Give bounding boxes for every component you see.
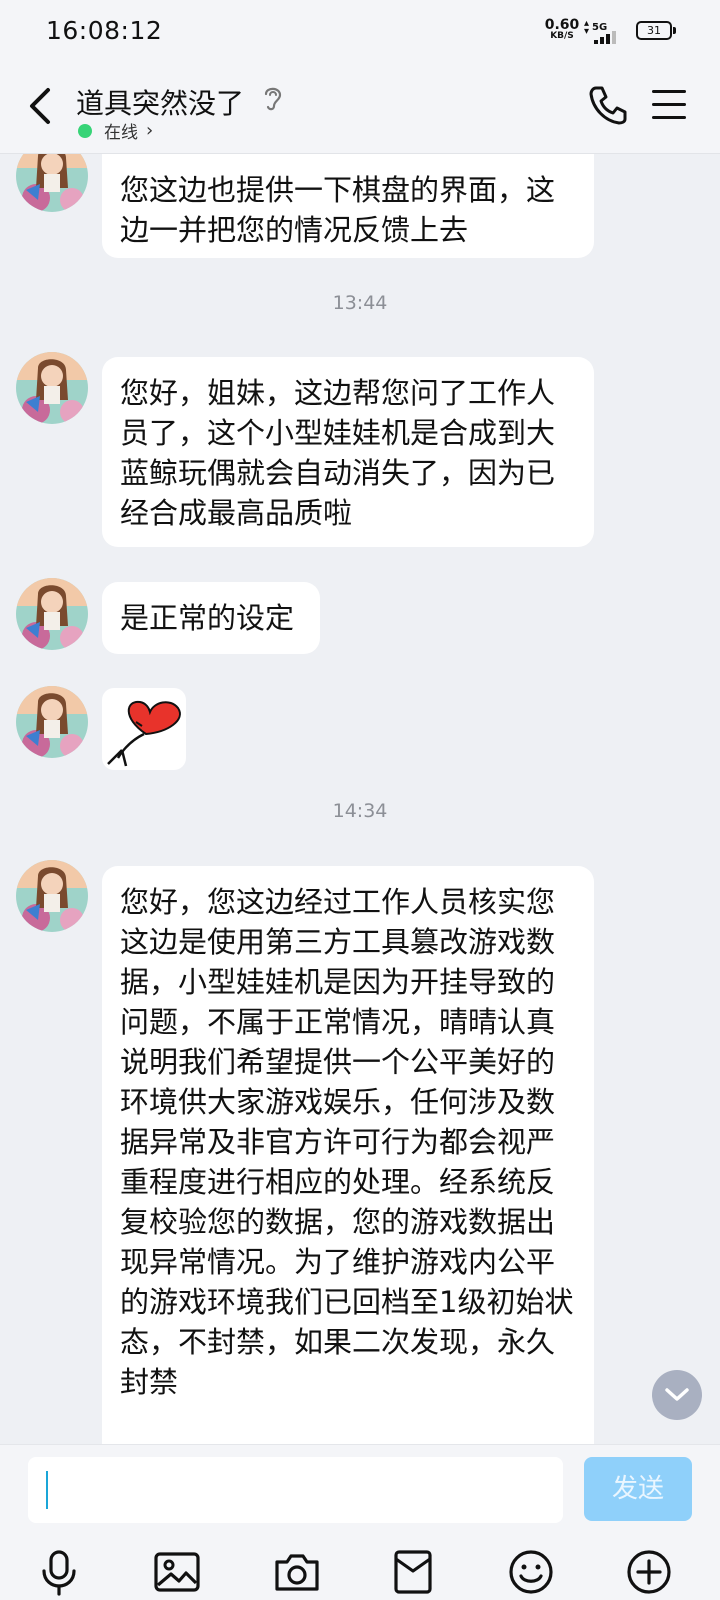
- menu-line: [652, 103, 686, 106]
- avatar[interactable]: [16, 860, 88, 932]
- avatar-illustration-icon: [16, 578, 88, 650]
- menu-line: [652, 90, 686, 93]
- red-packet-icon[interactable]: [388, 1547, 438, 1597]
- avatar[interactable]: [16, 352, 88, 424]
- message-bubble[interactable]: 您好，姐妹，这边帮您问了工作人员了，这个小型娃娃机是合成到大蓝鲸玩偶就会自动消失…: [102, 357, 594, 547]
- online-status[interactable]: 在线 ›: [78, 118, 153, 143]
- battery-icon: 31: [636, 21, 676, 40]
- back-button[interactable]: [22, 84, 62, 128]
- message-text: 是正常的设定: [120, 601, 295, 635]
- avatar[interactable]: [16, 578, 88, 650]
- online-dot-icon: [78, 123, 92, 138]
- ear-icon[interactable]: [262, 84, 284, 112]
- network-speed: 0.60 KB/S: [544, 18, 580, 41]
- microphone-icon[interactable]: [34, 1547, 84, 1597]
- message-text: 您好，姐妹，这边帮您问了工作人员了，这个小型娃娃机是合成到大蓝鲸玩偶就会自动消失…: [120, 376, 556, 530]
- avatar-illustration-icon: [16, 154, 88, 212]
- text-cursor: [46, 1471, 48, 1509]
- message-text: 您这边也提供一下棋盘的界面，这边一并把您的情况反馈上去: [120, 173, 556, 247]
- status-bar: 16:08:12 0.60 KB/S ▴ ▾ 5G 31: [0, 0, 720, 62]
- avatar-illustration-icon: [16, 352, 88, 424]
- message-input[interactable]: [28, 1457, 563, 1523]
- send-button[interactable]: 发送: [584, 1457, 692, 1521]
- timestamp: 14:34: [332, 800, 388, 822]
- input-bar: 发送: [0, 1444, 720, 1600]
- message-bubble[interactable]: 是正常的设定: [102, 582, 320, 654]
- message-bubble[interactable]: 您这边也提供一下棋盘的界面，这边一并把您的情况反馈上去: [102, 154, 594, 258]
- network-speed-unit: KB/S: [550, 31, 574, 41]
- battery-level: 31: [647, 24, 661, 37]
- avatar-illustration-icon: [16, 686, 88, 758]
- network-speed-value: 0.60: [544, 17, 580, 33]
- phone-icon[interactable]: [588, 84, 628, 126]
- status-time: 16:08:12: [46, 16, 163, 45]
- scroll-to-bottom-button[interactable]: [652, 1370, 702, 1420]
- signal-icon: [594, 31, 618, 44]
- plus-icon[interactable]: [624, 1547, 674, 1597]
- image-icon[interactable]: [152, 1547, 202, 1597]
- chevron-down-icon: [665, 1388, 689, 1401]
- chat-header: 道具突然没了 在线 ›: [0, 62, 720, 154]
- message-text: 您好，您这边经过工作人员核实您这边是使用第三方工具篡改游戏数据，小型娃娃机是因为…: [120, 885, 574, 1399]
- emoji-icon[interactable]: [506, 1547, 556, 1597]
- sticker-message[interactable]: [102, 688, 186, 770]
- avatar-illustration-icon: [16, 860, 88, 932]
- avatar[interactable]: [16, 154, 88, 212]
- menu-button[interactable]: [652, 90, 686, 120]
- camera-icon[interactable]: [272, 1547, 322, 1597]
- avatar[interactable]: [16, 686, 88, 758]
- heart-balloon-icon: [107, 700, 181, 767]
- menu-line: [652, 116, 686, 119]
- chevron-left-icon: [30, 88, 50, 124]
- chat-message-list[interactable]: 您这边也提供一下棋盘的界面，这边一并把您的情况反馈上去 13:44 您好，姐妹，…: [0, 154, 720, 1444]
- chevron-right-icon: ›: [146, 120, 154, 141]
- online-status-label: 在线: [104, 123, 138, 143]
- chat-title[interactable]: 道具突然没了: [76, 82, 244, 122]
- message-bubble[interactable]: 您好，您这边经过工作人员核实您这边是使用第三方工具篡改游戏数据，小型娃娃机是因为…: [102, 866, 594, 1444]
- timestamp: 13:44: [332, 292, 388, 314]
- data-transfer-icon: ▴ ▾: [584, 18, 590, 37]
